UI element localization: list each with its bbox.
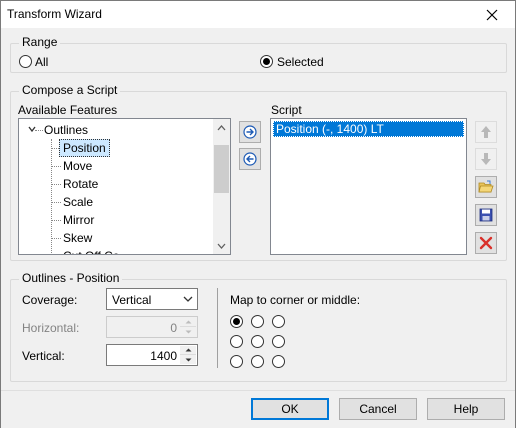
- vertical-up-icon[interactable]: [180, 346, 196, 355]
- map-middle-left-radio[interactable]: [230, 335, 243, 348]
- ok-label: OK: [281, 402, 299, 416]
- vertical-spinner[interactable]: 1400: [106, 344, 198, 366]
- map-top-left-radio[interactable]: [230, 315, 243, 328]
- tree-item-scale[interactable]: Scale: [63, 193, 93, 211]
- tree-item-mirror[interactable]: Mirror: [63, 211, 94, 229]
- delete-script-button[interactable]: [475, 232, 497, 254]
- help-label: Help: [453, 402, 479, 416]
- folder-open-icon: [478, 180, 494, 193]
- coverage-value: Vertical: [112, 293, 152, 307]
- floppy-disk-icon: [479, 208, 493, 222]
- tree-item-move[interactable]: Move: [63, 157, 92, 175]
- coverage-label: Coverage:: [22, 293, 78, 307]
- cancel-button[interactable]: Cancel: [339, 398, 417, 420]
- help-button[interactable]: Help: [427, 398, 505, 420]
- scroll-down-icon[interactable]: [213, 237, 230, 254]
- compose-group-label: Compose a Script: [19, 83, 121, 97]
- vertical-down-icon[interactable]: [180, 355, 196, 364]
- arrow-down-icon: [481, 153, 491, 165]
- map-corner-label: Map to corner or middle:: [230, 293, 361, 307]
- vertical-value: 1400: [150, 349, 177, 363]
- close-icon: [486, 9, 498, 20]
- open-script-button[interactable]: [475, 176, 497, 198]
- map-bottom-left-radio[interactable]: [230, 355, 243, 368]
- map-top-right-radio[interactable]: [272, 315, 285, 328]
- arrow-up-icon: [481, 126, 491, 138]
- red-x-icon: [479, 236, 493, 250]
- params-separator: [217, 288, 218, 368]
- map-top-center-radio[interactable]: [251, 315, 264, 328]
- range-group-label: Range: [19, 35, 61, 49]
- arrow-right-circle-icon: [243, 125, 257, 139]
- arrow-left-circle-icon: [243, 152, 257, 166]
- range-selected-label[interactable]: Selected: [277, 55, 324, 69]
- script-item-text: Position (-, 1400) LT: [276, 122, 384, 136]
- coverage-select[interactable]: Vertical: [106, 288, 198, 310]
- available-features-tree[interactable]: Outlines Position Move Rotate Scale Mirr…: [18, 118, 231, 255]
- ok-button[interactable]: OK: [251, 398, 329, 420]
- horizontal-label: Horizontal:: [22, 321, 80, 335]
- tree-item-rotate[interactable]: Rotate: [63, 175, 98, 193]
- script-label: Script: [271, 103, 302, 117]
- range-all-radio[interactable]: [19, 55, 32, 68]
- tree-item-skew[interactable]: Skew: [63, 229, 92, 247]
- horizontal-up-icon[interactable]: [180, 318, 196, 327]
- remove-from-script-button[interactable]: [239, 148, 261, 170]
- move-up-button[interactable]: [475, 121, 497, 143]
- add-to-script-button[interactable]: [239, 121, 261, 143]
- move-down-button[interactable]: [475, 148, 497, 170]
- range-all-label[interactable]: All: [35, 55, 48, 69]
- map-middle-center-radio[interactable]: [251, 335, 264, 348]
- script-list[interactable]: Position (-, 1400) LT: [270, 118, 467, 255]
- window-title: Transform Wizard: [7, 7, 102, 21]
- title-bar: Transform Wizard: [1, 1, 515, 28]
- tree-item-position[interactable]: Position: [59, 139, 110, 157]
- vertical-label: Vertical:: [22, 349, 65, 363]
- tree-scrollbar[interactable]: [213, 119, 230, 254]
- scroll-thumb[interactable]: [214, 145, 229, 193]
- tree-item-outlines[interactable]: Outlines: [44, 121, 88, 139]
- range-group: Range: [10, 35, 507, 73]
- horizontal-down-icon[interactable]: [180, 327, 196, 336]
- script-item[interactable]: Position (-, 1400) LT: [273, 121, 464, 137]
- map-bottom-right-radio[interactable]: [272, 355, 285, 368]
- map-middle-right-radio[interactable]: [272, 335, 285, 348]
- chevron-down-icon: [183, 293, 193, 307]
- transform-wizard-dialog: Transform Wizard Range All Selected Comp…: [0, 0, 516, 428]
- tree-item-cut-off[interactable]: Cut Off Co...: [63, 247, 129, 254]
- horizontal-value: 0: [170, 321, 177, 335]
- close-button[interactable]: [469, 1, 515, 28]
- scroll-up-icon[interactable]: [213, 119, 230, 136]
- outlines-position-label: Outlines - Position: [19, 271, 123, 285]
- save-script-button[interactable]: [475, 204, 497, 226]
- cancel-label: Cancel: [359, 402, 397, 416]
- map-bottom-center-radio[interactable]: [251, 355, 264, 368]
- available-features-label: Available Features: [18, 103, 118, 117]
- horizontal-spinner[interactable]: 0: [106, 316, 198, 338]
- range-selected-radio[interactable]: [260, 55, 273, 68]
